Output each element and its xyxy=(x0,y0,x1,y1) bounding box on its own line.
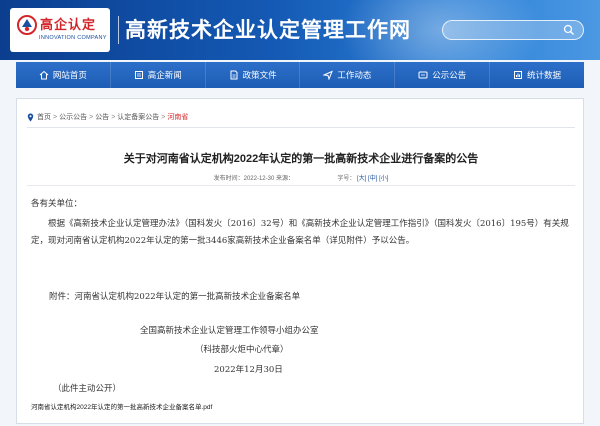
home-icon xyxy=(39,70,49,80)
breadcrumb-home[interactable]: 首页 xyxy=(37,112,51,122)
breadcrumb-separator: > xyxy=(161,113,166,121)
nav-item-statistics[interactable]: 统计数据 xyxy=(490,62,584,88)
source-label: 来源： xyxy=(275,176,294,182)
breadcrumb-current[interactable]: 河南省 xyxy=(167,112,188,122)
nav-item-home[interactable]: 网站首页 xyxy=(16,62,111,88)
attachment-note: 附件：河南省认定机构2022年认定的第一批高新技术企业备案名单 xyxy=(49,292,301,302)
salutation: 各有关单位： xyxy=(31,199,83,209)
breadcrumb: 首页 > 公示公告 > 公告 > 认定备案公告 > 河南省 xyxy=(27,112,188,122)
search-input[interactable] xyxy=(453,23,557,37)
font-size-medium[interactable]: [中] xyxy=(368,176,377,182)
article-title: 关于对河南省认定机构2022年认定的第一批高新技术企业进行备案的公告 xyxy=(123,153,479,165)
nav-item-updates[interactable]: 工作动态 xyxy=(300,62,396,88)
main-nav: 网站首页 高企新闻 政策文件 工作动态 公示公告 统计数据 xyxy=(16,62,584,88)
publish-label: 发布时间： xyxy=(213,176,244,182)
nav-label: 政策文件 xyxy=(242,70,277,80)
article-meta: 发布时间：2022-12-30 来源： 字号： [大] [中] [小] xyxy=(17,173,585,182)
nav-item-policy[interactable]: 政策文件 xyxy=(206,62,301,88)
publish-date: 2022-12-30 xyxy=(243,176,275,182)
meta-divider xyxy=(27,185,575,186)
breadcrumb-notices[interactable]: 公示公告 xyxy=(59,112,87,122)
breadcrumb-divider xyxy=(27,127,575,128)
breadcrumb-separator: > xyxy=(89,113,94,121)
site-title: 高新技术企业认定管理工作网 xyxy=(125,19,411,42)
logo-text-en: INNOVATION COMPANY xyxy=(39,35,107,41)
font-size-label: 字号： xyxy=(337,176,356,182)
nav-label: 工作动态 xyxy=(337,70,372,80)
search-icon[interactable] xyxy=(563,24,575,36)
nav-item-news[interactable]: 高企新闻 xyxy=(111,62,206,88)
send-icon xyxy=(323,70,334,80)
signature-proxy: （科技部火炬中心代章） xyxy=(195,345,289,355)
nav-item-notices[interactable]: 公示公告 xyxy=(395,62,491,88)
breadcrumb-filing[interactable]: 认定备案公告 xyxy=(117,112,159,122)
header-divider xyxy=(118,16,119,44)
nav-label: 网站首页 xyxy=(52,70,87,80)
signature-org: 全国高新技术企业认定管理工作领导小组办公室 xyxy=(140,326,319,336)
notice-icon xyxy=(418,71,428,79)
document-icon xyxy=(230,70,238,80)
chart-icon xyxy=(514,71,523,79)
site-logo[interactable]: 高企认定 INNOVATION COMPANY xyxy=(10,8,110,52)
nav-label: 统计数据 xyxy=(527,70,562,80)
location-pin-icon xyxy=(27,113,34,121)
attachment-link[interactable]: 河南省认定机构2022年认定的第一批高新技术企业备案名单.pdf xyxy=(31,401,212,411)
search-box[interactable] xyxy=(442,20,584,40)
logo-text-cn: 高企认定 xyxy=(40,17,97,32)
public-note: （此件主动公开） xyxy=(53,384,122,394)
breadcrumb-announcements[interactable]: 公告 xyxy=(95,112,109,122)
article-paragraph: 根据《高新技术企业认定管理办法》（国科发火〔2016〕32号）和《高新技术企业认… xyxy=(31,219,569,246)
article-panel: 首页 > 公示公告 > 公告 > 认定备案公告 > 河南省 关于对河南省认定机构… xyxy=(16,98,584,424)
breadcrumb-separator: > xyxy=(111,113,116,121)
logo-mark-icon xyxy=(17,15,37,35)
news-icon xyxy=(134,71,143,79)
nav-label: 高企新闻 xyxy=(147,70,182,80)
site-header: 高企认定 INNOVATION COMPANY 高新技术企业认定管理工作网 xyxy=(0,0,600,60)
breadcrumb-separator: > xyxy=(53,113,58,121)
font-size-large[interactable]: [大] xyxy=(357,176,366,182)
signature-date: 2022年12月30日 xyxy=(214,365,283,375)
font-size-small[interactable]: [小] xyxy=(379,176,388,182)
nav-label: 公示公告 xyxy=(432,70,467,80)
